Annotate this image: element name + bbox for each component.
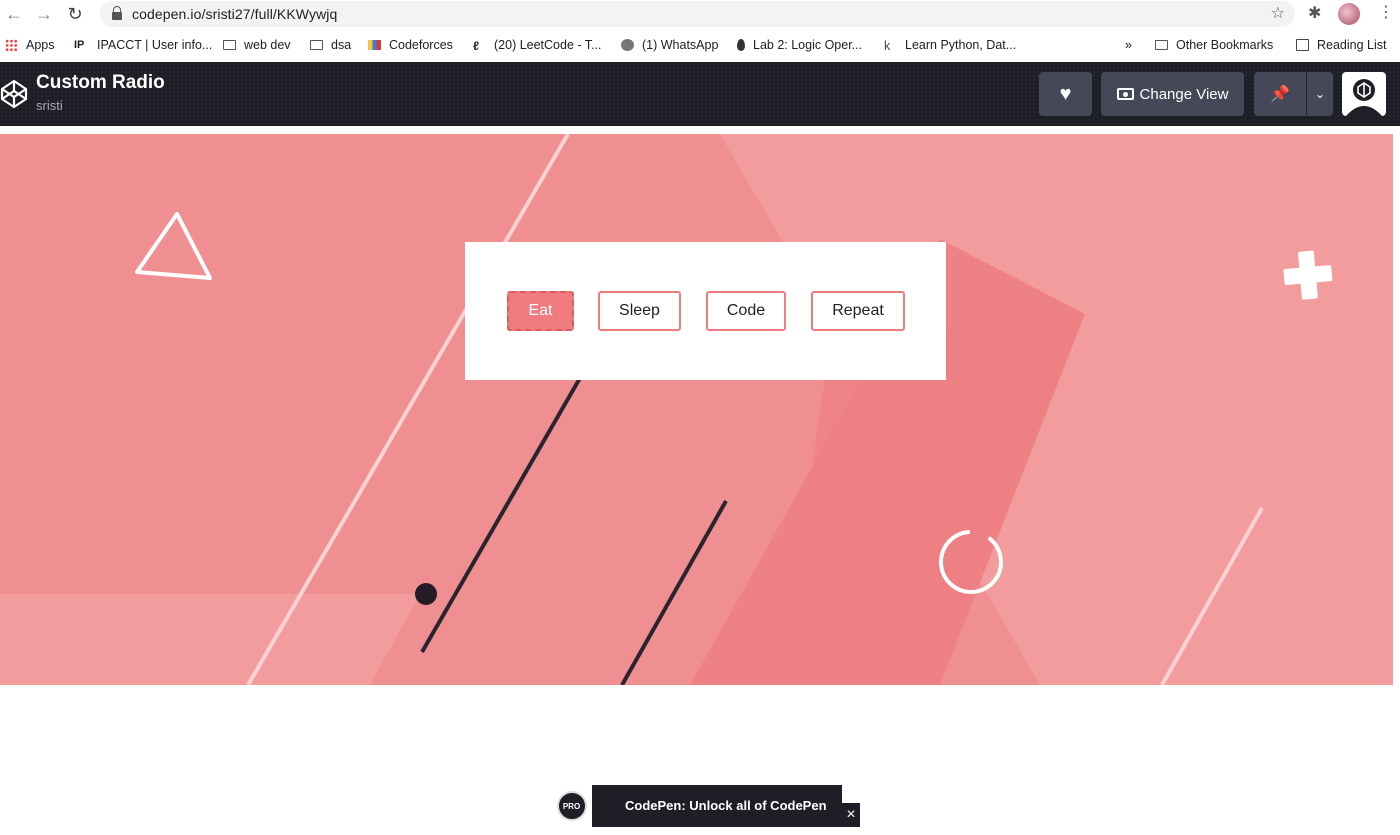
folder-icon xyxy=(1155,40,1168,50)
radio-option-code[interactable]: Code xyxy=(706,291,786,331)
radio-label: Sleep xyxy=(619,302,660,319)
light-block-shape xyxy=(0,594,420,685)
bookmarks-overflow[interactable]: » xyxy=(1125,38,1132,52)
radio-label: Code xyxy=(726,302,766,319)
bookmark-dsa[interactable]: dsa xyxy=(310,38,351,52)
folder-icon xyxy=(310,40,323,50)
radio-option-eat[interactable]: Eat xyxy=(507,291,574,331)
close-icon[interactable]: × xyxy=(842,803,860,827)
bookmark-ipacct[interactable]: IP IPACCT | User info... xyxy=(74,38,212,52)
pro-badge-icon: PRO xyxy=(556,791,587,821)
bookmark-other[interactable]: Other Bookmarks xyxy=(1155,38,1273,52)
pen-author[interactable]: sristi xyxy=(36,98,63,113)
background-shapes xyxy=(0,134,1393,685)
bookmark-label: Codeforces xyxy=(389,38,453,52)
heart-icon: ♥ xyxy=(1059,82,1072,105)
header-divider xyxy=(0,126,1400,134)
leaf-icon xyxy=(737,39,745,51)
pro-badge-container: PRO xyxy=(551,785,592,827)
change-view-button[interactable]: Change View xyxy=(1101,72,1244,116)
radio-label: Eat xyxy=(528,302,553,319)
back-arrow-icon[interactable]: ← xyxy=(3,3,25,25)
whatsapp-icon xyxy=(621,39,634,51)
diagonal-dark-line xyxy=(420,377,582,653)
browser-toolbar: ← → ↻ codepen.io/sristi27/full/KKWywjq ☆… xyxy=(0,0,1400,28)
reload-icon[interactable]: ↻ xyxy=(64,3,86,25)
triangle-outline-shape xyxy=(135,212,212,280)
pin-dropdown-button[interactable]: ⌄ xyxy=(1307,72,1333,116)
bookmark-label: Lab 2: Logic Oper... xyxy=(753,38,863,52)
radio-option-sleep[interactable]: Sleep xyxy=(598,291,681,331)
avatar-image xyxy=(1346,79,1382,116)
change-view-label: Change View xyxy=(1139,85,1229,103)
user-avatar[interactable] xyxy=(1342,72,1386,116)
folder-icon xyxy=(223,40,236,50)
bookmark-label: IPACCT | User info... xyxy=(97,38,213,52)
overflow-chevron-icon: » xyxy=(1125,38,1132,52)
bookmark-lab2[interactable]: Lab 2: Logic Oper... xyxy=(737,38,862,52)
pen-title: Custom Radio xyxy=(36,72,165,93)
pro-promo-text[interactable]: CodePen: Unlock all of CodePen xyxy=(625,798,827,813)
ip-logo-icon: IP xyxy=(74,39,85,51)
pin-button[interactable]: 📌 xyxy=(1254,72,1306,116)
bookmark-reading-list[interactable]: Reading List xyxy=(1296,38,1387,52)
eye-view-icon xyxy=(1116,88,1134,100)
bookmark-codeforces[interactable]: Codeforces xyxy=(368,38,453,52)
star-icon[interactable]: ☆ xyxy=(1271,3,1285,23)
extensions-icon[interactable]: ✱ xyxy=(1308,3,1321,23)
apps-grid-icon xyxy=(5,38,18,52)
love-button[interactable]: ♥ xyxy=(1039,72,1092,116)
chevron-down-icon: ⌄ xyxy=(1314,87,1326,101)
bookmark-label: Other Bookmarks xyxy=(1176,38,1274,52)
radio-option-repeat[interactable]: Repeat xyxy=(811,291,905,331)
codepen-logo-icon[interactable] xyxy=(0,79,28,109)
codeforces-icon xyxy=(368,40,381,50)
bookmark-label: Reading List xyxy=(1317,38,1387,52)
kaggle-icon: k xyxy=(884,39,891,53)
leetcode-icon: ℓ xyxy=(473,39,480,53)
bookmark-label: (20) LeetCode - T... xyxy=(494,38,602,52)
pen-output: Eat Sleep Code Repeat xyxy=(0,134,1393,685)
url-text[interactable]: codepen.io/sristi27/full/KKWywjq xyxy=(132,6,337,22)
address-bar[interactable]: codepen.io/sristi27/full/KKWywjq ☆ xyxy=(100,1,1295,27)
bookmark-label: Learn Python, Dat... xyxy=(905,38,1017,52)
reading-list-icon xyxy=(1296,39,1309,51)
bookmark-label: dsa xyxy=(331,38,352,52)
bookmark-learn-python[interactable]: k Learn Python, Dat... xyxy=(884,38,1017,53)
bookmark-web-dev[interactable]: web dev xyxy=(223,38,291,52)
bookmarks-bar: Apps IP IPACCT | User info... web dev dsa… xyxy=(0,32,1400,60)
radio-label: Repeat xyxy=(832,302,884,319)
pro-promo-banner[interactable]: PRO CodePen: Unlock all of CodePen xyxy=(551,785,842,827)
bookmark-label: web dev xyxy=(244,38,291,52)
radio-card: Eat Sleep Code Repeat xyxy=(465,242,946,380)
codepen-header: Custom Radio sristi ♥ Change View 📌 ⌄ xyxy=(0,62,1400,126)
bookmark-apps[interactable]: Apps xyxy=(5,38,55,52)
bookmark-leetcode[interactable]: ℓ (20) LeetCode - T... xyxy=(473,38,602,53)
bookmark-whatsapp[interactable]: (1) WhatsApp xyxy=(621,38,718,52)
more-menu-icon[interactable]: ⋮ xyxy=(1378,2,1394,22)
forward-arrow-icon[interactable]: → xyxy=(33,3,55,25)
dark-dot-shape xyxy=(415,583,437,605)
bookmark-label: Apps xyxy=(26,38,55,52)
lock-icon xyxy=(112,6,122,20)
bookmark-label: (1) WhatsApp xyxy=(642,38,719,52)
profile-avatar[interactable] xyxy=(1338,3,1360,25)
pin-icon: 📌 xyxy=(1270,86,1290,103)
